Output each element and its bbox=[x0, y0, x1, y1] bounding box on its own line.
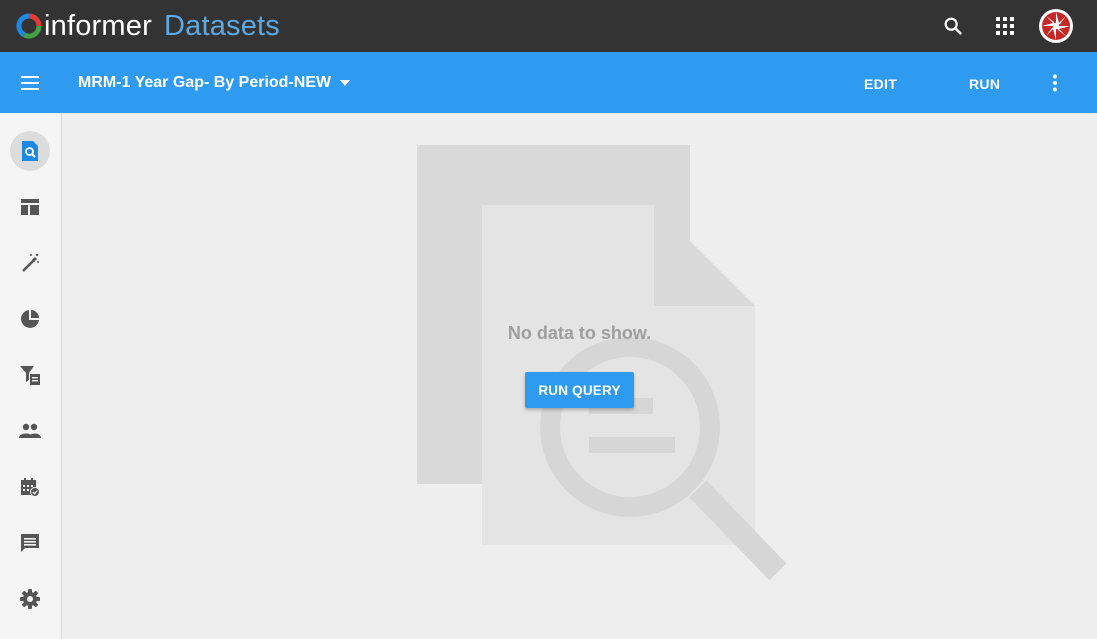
empty-state-illustration bbox=[417, 145, 787, 581]
sidebar-item-wizard[interactable] bbox=[10, 243, 50, 283]
main-content: No data to show. RUN QUERY bbox=[62, 113, 1097, 639]
settings-icon bbox=[20, 589, 40, 609]
avatar-logo-icon bbox=[1042, 12, 1070, 40]
comment-icon bbox=[21, 534, 39, 552]
app-bar: MRM-1 Year Gap- By Period-NEW EDIT RUN bbox=[0, 52, 1097, 113]
user-avatar[interactable] bbox=[1039, 9, 1073, 43]
people-icon bbox=[19, 423, 41, 438]
layout-icon bbox=[21, 199, 39, 215]
apps-grid-icon[interactable] bbox=[989, 10, 1021, 42]
informer-logo-icon bbox=[16, 13, 42, 39]
filter-list-icon bbox=[20, 366, 40, 385]
sidebar-item-comments[interactable] bbox=[10, 523, 50, 563]
brand[interactable]: informer Datasets bbox=[16, 6, 280, 46]
sidebar-item-sharing[interactable] bbox=[10, 411, 50, 451]
sidebar-item-filters[interactable] bbox=[10, 355, 50, 395]
calendar-check-icon bbox=[21, 478, 40, 497]
dataset-title-dropdown[interactable]: MRM-1 Year Gap- By Period-NEW bbox=[78, 70, 351, 96]
sidebar-item-query[interactable] bbox=[10, 131, 50, 171]
product-name: Datasets bbox=[163, 9, 281, 42]
sidebar bbox=[0, 113, 62, 639]
sidebar-item-layout[interactable] bbox=[10, 187, 50, 227]
sidebar-item-settings[interactable] bbox=[10, 579, 50, 619]
query-icon bbox=[22, 141, 38, 161]
sidebar-item-jobs[interactable] bbox=[10, 467, 50, 507]
caret-down-icon bbox=[340, 80, 351, 86]
run-button[interactable]: RUN bbox=[969, 70, 1000, 98]
brand-name: informer bbox=[44, 9, 152, 42]
magic-wand-icon bbox=[22, 253, 39, 272]
search-icon[interactable] bbox=[937, 10, 969, 42]
run-query-button[interactable]: RUN QUERY bbox=[525, 372, 634, 408]
top-header: informer Datasets bbox=[0, 0, 1097, 52]
dataset-title: MRM-1 Year Gap- By Period-NEW bbox=[78, 74, 332, 91]
edit-button[interactable]: EDIT bbox=[864, 70, 897, 98]
menu-icon[interactable] bbox=[14, 67, 46, 99]
sidebar-item-visuals[interactable] bbox=[10, 299, 50, 339]
more-vert-icon[interactable] bbox=[1039, 67, 1071, 99]
empty-state-message: No data to show. bbox=[507, 323, 652, 343]
pie-chart-icon bbox=[21, 310, 39, 328]
